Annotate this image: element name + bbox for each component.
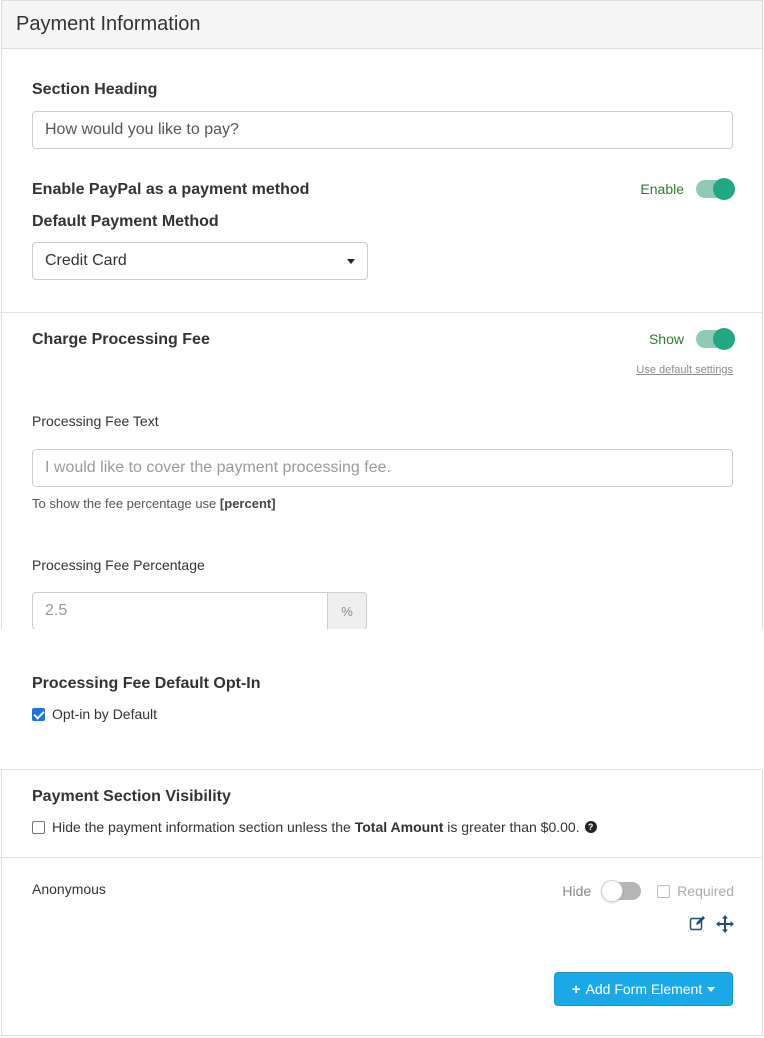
default-payment-select[interactable]: Credit Card [32,242,368,280]
add-form-element-label: Add Form Element [585,981,703,997]
paypal-label: Enable PayPal as a payment method [32,181,310,198]
visibility-text-before: Hide the payment information section unl… [52,819,351,835]
panel-title: Payment Information [2,0,762,49]
move-arrows-icon[interactable] [716,915,734,938]
edit-icon[interactable] [689,915,706,937]
panel-border-right [762,770,763,1036]
visibility-checkbox[interactable] [32,820,45,834]
plus-icon: + [571,980,581,998]
panel-border-left [1,770,2,1036]
anonymous-toggle-label: Hide [562,883,592,899]
processing-fee-percentage-group: % [32,592,367,630]
visibility-label: Payment Section Visibility [32,788,231,805]
percent-addon: % [328,592,367,630]
processing-fee-help: To show the fee percentage use [percent] [32,496,276,511]
question-circle-icon[interactable]: ? [584,821,597,833]
anonymous-label: Anonymous [32,881,106,897]
toggle-knob [713,178,735,200]
toggle-knob [713,328,735,350]
processing-fee-toggle-group: Show [648,328,735,350]
processing-fee-text-input[interactable] [32,449,733,487]
panel-border-bottom [1,1035,763,1036]
paypal-toggle-group: Enable [640,178,735,200]
visibility-checkbox-row[interactable]: Hide the payment information section unl… [32,819,597,835]
processing-fee-label: Charge Processing Fee [32,331,210,348]
help-token: [percent] [219,496,276,511]
opt-in-checkbox[interactable] [32,707,45,721]
required-checkbox[interactable] [657,884,671,898]
divider [0,857,762,858]
section-heading-label: Section Heading [32,81,158,98]
help-prefix: To show the fee percentage use [32,496,217,511]
opt-in-label: Processing Fee Default Opt-In [32,675,261,692]
visibility-text-bold: Total Amount [354,819,444,835]
section-heading-input[interactable] [32,111,733,149]
toggle-knob [601,880,624,902]
divider [0,769,762,770]
paypal-toggle[interactable] [696,178,735,200]
paypal-toggle-label: Enable [640,181,684,197]
processing-fee-text-label: Processing Fee Text [32,413,159,429]
anonymous-toggle[interactable] [601,880,642,902]
required-label: Required [677,883,734,899]
caret-down-icon [347,258,355,264]
processing-fee-toggle-label: Show [648,331,684,347]
processing-fee-toggle[interactable] [696,328,735,350]
processing-fee-percentage-label: Processing Fee Percentage [32,557,205,573]
opt-in-checkbox-row[interactable]: Opt-in by Default [32,706,157,722]
default-payment-label: Default Payment Method [32,213,219,230]
cutoff-area [0,629,764,770]
caret-down-icon [707,986,716,992]
add-form-element-button[interactable]: + Add Form Element [554,972,733,1006]
divider [0,312,762,313]
opt-in-checkbox-label: Opt-in by Default [52,706,158,722]
visibility-text-after: is greater than $0.00. [447,819,580,835]
use-default-settings-link[interactable]: Use default settings [636,364,733,376]
payment-information-panel: Payment Information [1,0,763,1036]
default-payment-selected: Credit Card [45,252,127,269]
anonymous-toggle-group: Hide Required [562,880,734,902]
processing-fee-percentage-input[interactable] [32,592,328,630]
